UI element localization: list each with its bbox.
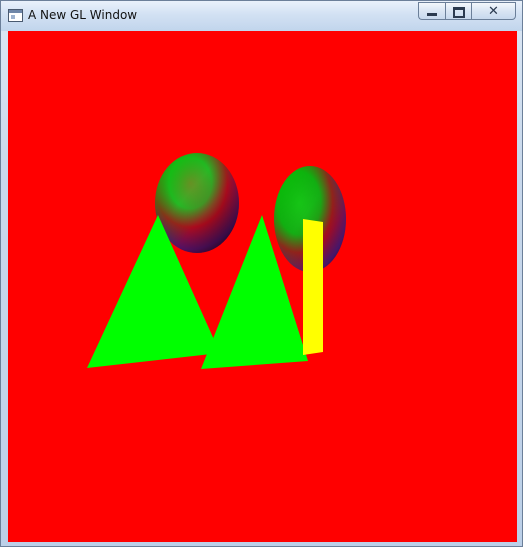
window-title: A New GL Window <box>28 8 138 22</box>
app-window: A New GL Window ✕ <box>0 0 523 547</box>
gl-viewport[interactable] <box>8 31 517 542</box>
close-icon: ✕ <box>488 3 499 19</box>
app-window-icon[interactable] <box>8 9 23 22</box>
minimize-button[interactable] <box>418 2 445 20</box>
title-bar[interactable]: A New GL Window ✕ <box>1 1 522 31</box>
window-controls: ✕ <box>418 2 516 21</box>
close-button[interactable]: ✕ <box>471 2 516 20</box>
gl-scene <box>87 153 346 369</box>
maximize-icon <box>453 7 465 18</box>
bar-prism <box>303 219 323 355</box>
maximize-button[interactable] <box>445 2 471 20</box>
minimize-icon <box>427 13 437 16</box>
